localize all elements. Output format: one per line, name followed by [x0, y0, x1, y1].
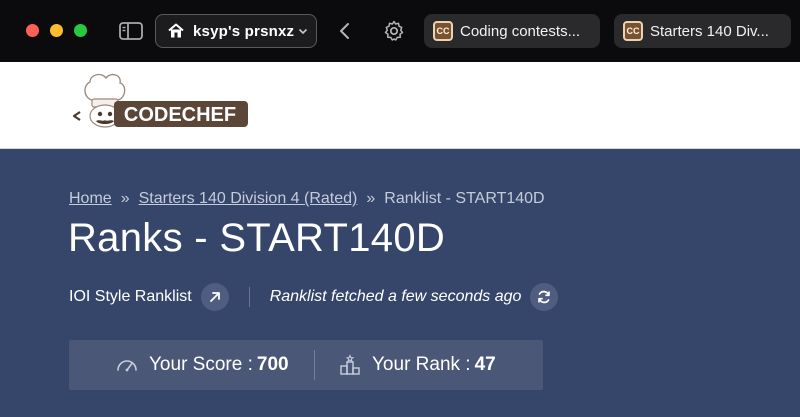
gear-icon[interactable] — [382, 19, 406, 43]
codechef-favicon-icon: CC — [433, 21, 453, 41]
logo-text: CODECHEF — [124, 104, 236, 126]
tab-title: Coding contests... — [460, 22, 581, 40]
score-value: 700 — [256, 354, 289, 375]
divider — [248, 287, 250, 307]
score-label: Your Score : — [149, 354, 253, 375]
rank-label: Your Rank : — [372, 354, 471, 375]
breadcrumb-home-link[interactable]: Home — [69, 190, 112, 207]
profile-switcher[interactable]: ksyp's prsnxz — [155, 14, 317, 48]
breadcrumb-separator: » — [366, 190, 376, 207]
codechef-favicon-icon: CC — [623, 21, 643, 41]
breadcrumb-contest-link[interactable]: Starters 140 Division 4 (Rated) — [139, 190, 358, 207]
score-summary: Your Score : 700 Your Rank : 47 — [69, 340, 543, 390]
your-rank: Your Rank : 47 — [338, 340, 496, 390]
breadcrumb-current: Ranklist - START140D — [384, 190, 545, 207]
your-score: Your Score : 700 — [115, 340, 289, 390]
divider — [314, 350, 315, 380]
profile-name: ksyp's prsnxz — [193, 22, 295, 40]
ranklist-page: Home » Starters 140 Division 4 (Rated) » Ran… — [0, 149, 800, 417]
refresh-ranklist-button[interactable] — [530, 283, 559, 311]
page-title: Ranks - START140D — [68, 216, 446, 260]
refresh-icon — [538, 290, 551, 304]
fetched-status: Ranklist fetched a few seconds ago — [269, 288, 522, 305]
ranklist-style-label: IOI Style Ranklist — [69, 288, 192, 305]
chevron-down-icon — [298, 28, 308, 35]
close-window-button[interactable] — [26, 24, 39, 37]
minimize-window-button[interactable] — [50, 24, 63, 37]
house-icon — [168, 23, 184, 38]
rank-value: 47 — [474, 354, 496, 375]
browser-toolbar: ksyp's prsnxz CC Coding contests... CC S… — [0, 0, 800, 62]
back-arrow-icon[interactable] — [336, 19, 354, 43]
site-header: CODECHEF — [0, 62, 800, 149]
sidebar-icon — [119, 22, 143, 40]
podium-icon — [340, 354, 360, 375]
ranklist-info-row: IOI Style Ranklist Ranklist fetched a fe… — [69, 281, 559, 313]
breadcrumb: Home » Starters 140 Division 4 (Rated) » Ran… — [69, 190, 545, 208]
browser-tab[interactable]: CC Coding contests... — [424, 14, 600, 48]
open-ranklist-style-button[interactable] — [200, 283, 229, 311]
breadcrumb-separator: » — [120, 190, 130, 207]
sidebar-toggle-button[interactable] — [118, 20, 144, 42]
browser-tab[interactable]: CC Starters 140 Div... — [614, 14, 791, 48]
speedometer-icon — [117, 360, 137, 372]
arrow-up-right-icon — [209, 292, 220, 302]
codechef-logo[interactable]: CODECHEF — [70, 70, 250, 140]
tab-title: Starters 140 Div... — [650, 22, 769, 40]
fullscreen-window-button[interactable] — [74, 24, 87, 37]
